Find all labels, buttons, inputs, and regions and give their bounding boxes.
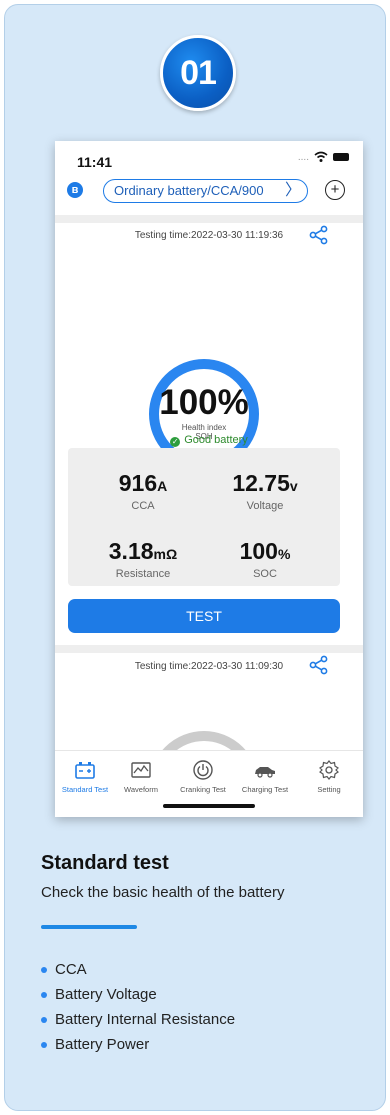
tab-setting[interactable]: Setting xyxy=(299,759,359,794)
gear-icon xyxy=(319,760,339,780)
health-percent: 100% xyxy=(159,383,249,422)
resistance-value: 3.18mΩ xyxy=(108,538,178,564)
bluetooth-icon[interactable]: ʙ xyxy=(67,182,83,198)
battery-status: ✓ Good battery xyxy=(55,434,363,447)
tab-waveform[interactable]: Waveform xyxy=(111,759,171,794)
resistance-label: Resistance xyxy=(115,568,171,580)
voltage-label: Voltage xyxy=(246,500,284,512)
cca-label: CCA xyxy=(131,500,155,512)
list-item: Battery Internal Resistance xyxy=(41,1011,235,1036)
tab-cranking-test[interactable]: Cranking Test xyxy=(173,759,233,794)
list-item: CCA xyxy=(41,961,235,986)
section-title: Standard test xyxy=(41,852,169,874)
waveform-icon xyxy=(131,762,151,778)
list-item: Battery Voltage xyxy=(41,986,235,1011)
tab-label: Standard Test xyxy=(61,785,109,794)
home-indicator xyxy=(163,804,255,808)
battery-icon xyxy=(75,762,95,779)
battery-type-label: Ordinary battery/CCA/900 xyxy=(114,183,264,198)
test-button[interactable]: TEST xyxy=(68,599,340,633)
chevron-right-icon: 〉 xyxy=(284,182,301,199)
add-icon[interactable]: + xyxy=(325,180,345,200)
battery-status-text: Good battery xyxy=(184,434,248,446)
status-time: 11:41 xyxy=(77,154,113,170)
soc-value: 100% xyxy=(239,538,291,564)
feature-card: 01 11:41 .... ʙ Ordinary battery/CCA/900… xyxy=(4,4,386,1111)
tab-label: Setting xyxy=(317,785,341,794)
wifi-icon xyxy=(314,151,328,162)
feature-list: CCA Battery Voltage Battery Internal Res… xyxy=(41,961,235,1061)
signal-dots: .... xyxy=(297,151,309,163)
step-badge: 01 xyxy=(160,35,236,111)
phone-screenshot: 11:41 .... ʙ Ordinary battery/CCA/900 〉 … xyxy=(55,141,363,817)
car-icon xyxy=(255,767,275,778)
soc-label: SOC xyxy=(253,568,277,580)
check-circle-icon: ✓ xyxy=(170,437,181,447)
tab-label: Charging Test xyxy=(241,785,289,794)
share-icon-2[interactable] xyxy=(309,655,329,675)
voltage-value: 12.75v xyxy=(232,470,298,496)
section-subtitle: Check the basic health of the battery xyxy=(41,884,285,901)
battery-type-selector[interactable]: Ordinary battery/CCA/900 〉 xyxy=(103,179,308,203)
health-index-label: Health index xyxy=(181,423,227,432)
power-icon xyxy=(193,760,213,780)
tab-label: Waveform xyxy=(124,785,158,794)
section-divider-2 xyxy=(55,645,363,653)
cca-value: 916A xyxy=(118,470,168,496)
stats-panel: 916A CCA 12.75v Voltage 3.18mΩ Resistanc… xyxy=(68,448,340,586)
list-item: Battery Power xyxy=(41,1036,235,1061)
section-divider xyxy=(55,215,363,223)
tab-label: Cranking Test xyxy=(180,785,226,794)
share-icon[interactable] xyxy=(309,225,329,245)
accent-divider xyxy=(41,925,137,929)
tab-standard-test[interactable]: Standard Test xyxy=(55,759,115,794)
battery-status-icon xyxy=(333,153,349,161)
status-icons: .... xyxy=(298,150,349,164)
tab-charging-test[interactable]: Charging Test xyxy=(235,759,295,794)
